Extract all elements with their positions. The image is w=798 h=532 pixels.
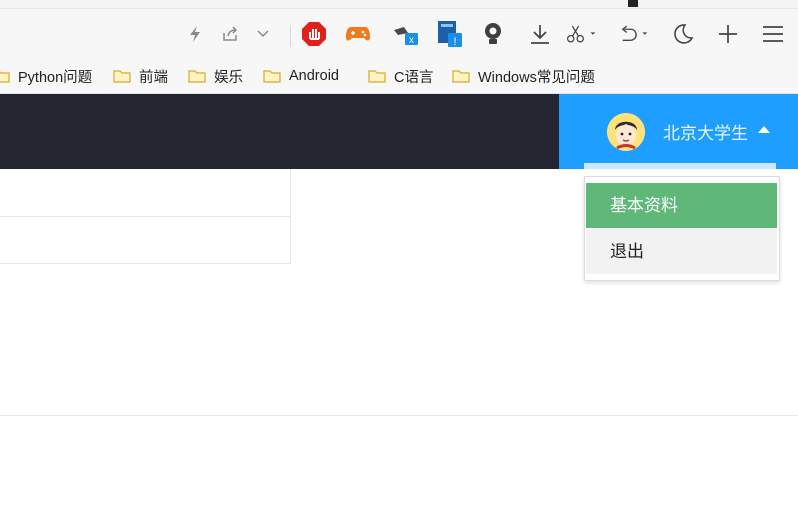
screenshot-x-icon[interactable]: x — [390, 19, 420, 49]
bookmark-label: 娱乐 — [214, 69, 243, 86]
user-name: 北京大学生 — [663, 124, 748, 143]
bookmark-item[interactable]: Python问题 — [0, 66, 92, 86]
note-alert-icon[interactable]: ! — [434, 19, 464, 49]
bookmark-label: 前端 — [139, 69, 168, 86]
undo-icon[interactable] — [618, 19, 648, 49]
bookmarks-bar: Python问题 前端 娱乐 Android C语言 Windows常见问题 — [0, 59, 798, 94]
menu-item-profile[interactable]: 基本资料 — [586, 183, 777, 228]
svg-text:x: x — [409, 35, 414, 46]
content-divider — [0, 415, 798, 416]
folder-icon — [452, 69, 470, 83]
scissors-icon[interactable] — [566, 19, 596, 49]
bookmark-label: C语言 — [394, 69, 434, 86]
download-icon[interactable] — [525, 19, 555, 49]
toolbar-separator — [290, 25, 291, 47]
moon-icon[interactable] — [668, 19, 698, 49]
top-navbar — [0, 94, 559, 169]
avatar — [607, 113, 645, 151]
chevron-down-icon[interactable] — [248, 19, 278, 49]
folder-icon — [263, 69, 281, 83]
menu-icon[interactable] — [758, 19, 788, 49]
menu-item-logout[interactable]: 退出 — [586, 229, 777, 274]
caret-up-icon — [758, 126, 770, 133]
window-mark — [628, 0, 638, 7]
share-icon[interactable] — [215, 19, 245, 49]
folder-icon — [188, 69, 206, 83]
game-controller-icon[interactable] — [343, 19, 373, 49]
bookmark-label: Android — [289, 68, 339, 84]
user-dropdown-menu: 基本资料 退出 — [584, 176, 780, 281]
folder-icon — [368, 69, 386, 83]
adblock-icon[interactable] — [299, 19, 329, 49]
bookmark-item[interactable]: C语言 — [368, 66, 433, 86]
user-menu-toggle[interactable]: 北京大学生 — [559, 94, 798, 169]
bookmark-label: Windows常见问题 — [478, 69, 595, 86]
bookmark-item[interactable]: 前端 — [113, 66, 168, 86]
lightning-icon[interactable] — [180, 19, 210, 49]
table-row-divider — [0, 216, 290, 217]
dropdown-indicator-bar — [584, 163, 776, 169]
folder-icon — [0, 69, 10, 83]
bulb-icon[interactable] — [478, 19, 508, 49]
browser-top-strip — [0, 0, 798, 9]
bookmark-item[interactable]: 娱乐 — [188, 66, 243, 86]
bookmark-item[interactable]: Windows常见问题 — [452, 66, 598, 86]
browser-toolbar: x ! — [0, 9, 798, 59]
svg-text:!: ! — [453, 36, 456, 48]
plus-icon[interactable] — [713, 19, 743, 49]
content-table — [0, 169, 291, 264]
bookmark-item[interactable]: Android — [263, 66, 339, 86]
folder-icon — [113, 69, 131, 83]
bookmark-label: Python问题 — [18, 69, 93, 86]
